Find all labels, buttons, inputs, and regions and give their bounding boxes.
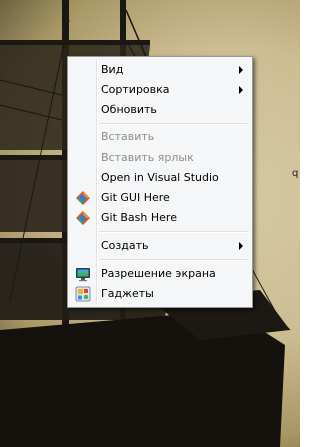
menu-item-label: Git GUI Here <box>101 191 170 204</box>
submenu-arrow-icon <box>239 242 243 250</box>
menu-item-label: Разрешение экрана <box>101 267 216 280</box>
menu-item-label: Гаджеты <box>101 287 154 300</box>
menu-item-git-gui-here[interactable]: Git GUI Here <box>70 188 250 207</box>
submenu-arrow-icon <box>239 66 243 74</box>
menu-separator <box>99 231 249 233</box>
submenu-arrow-icon <box>239 86 243 94</box>
menu-item-label: Сортировка <box>101 83 170 96</box>
menu-item-label: Open in Visual Studio <box>101 171 219 184</box>
desktop-context-menu: Вид Сортировка Обновить Вставить Вставит… <box>67 56 253 308</box>
menu-item-git-bash-here[interactable]: Git Bash Here <box>70 208 250 227</box>
gadgets-icon <box>75 286 91 302</box>
menu-item-label: Создать <box>101 239 149 252</box>
menu-item-paste-shortcut[interactable]: Вставить ярлык <box>70 148 250 167</box>
menu-item-paste[interactable]: Вставить <box>70 127 250 146</box>
menu-item-gadgets[interactable]: Гаджеты <box>70 284 250 303</box>
menu-item-screen-resolution[interactable]: Разрешение экрана <box>70 264 250 283</box>
menu-separator <box>99 123 249 125</box>
menu-item-new[interactable]: Создать <box>70 236 250 255</box>
monitor-icon <box>76 268 90 282</box>
menu-item-label: Обновить <box>101 103 157 116</box>
menu-item-label: Git Bash Here <box>101 211 177 224</box>
menu-separator <box>99 259 249 261</box>
menu-item-label: Вставить <box>101 130 155 143</box>
menu-item-view[interactable]: Вид <box>70 60 250 79</box>
desktop-icon-label-partial[interactable]: q <box>292 168 298 179</box>
git-icon <box>76 211 90 225</box>
menu-item-refresh[interactable]: Обновить <box>70 100 250 119</box>
git-icon <box>76 191 90 205</box>
menu-item-label: Вид <box>101 63 124 76</box>
menu-item-label: Вставить ярлык <box>101 151 194 164</box>
menu-item-open-in-visual-studio[interactable]: Open in Visual Studio <box>70 168 250 187</box>
menu-item-sort[interactable]: Сортировка <box>70 80 250 99</box>
